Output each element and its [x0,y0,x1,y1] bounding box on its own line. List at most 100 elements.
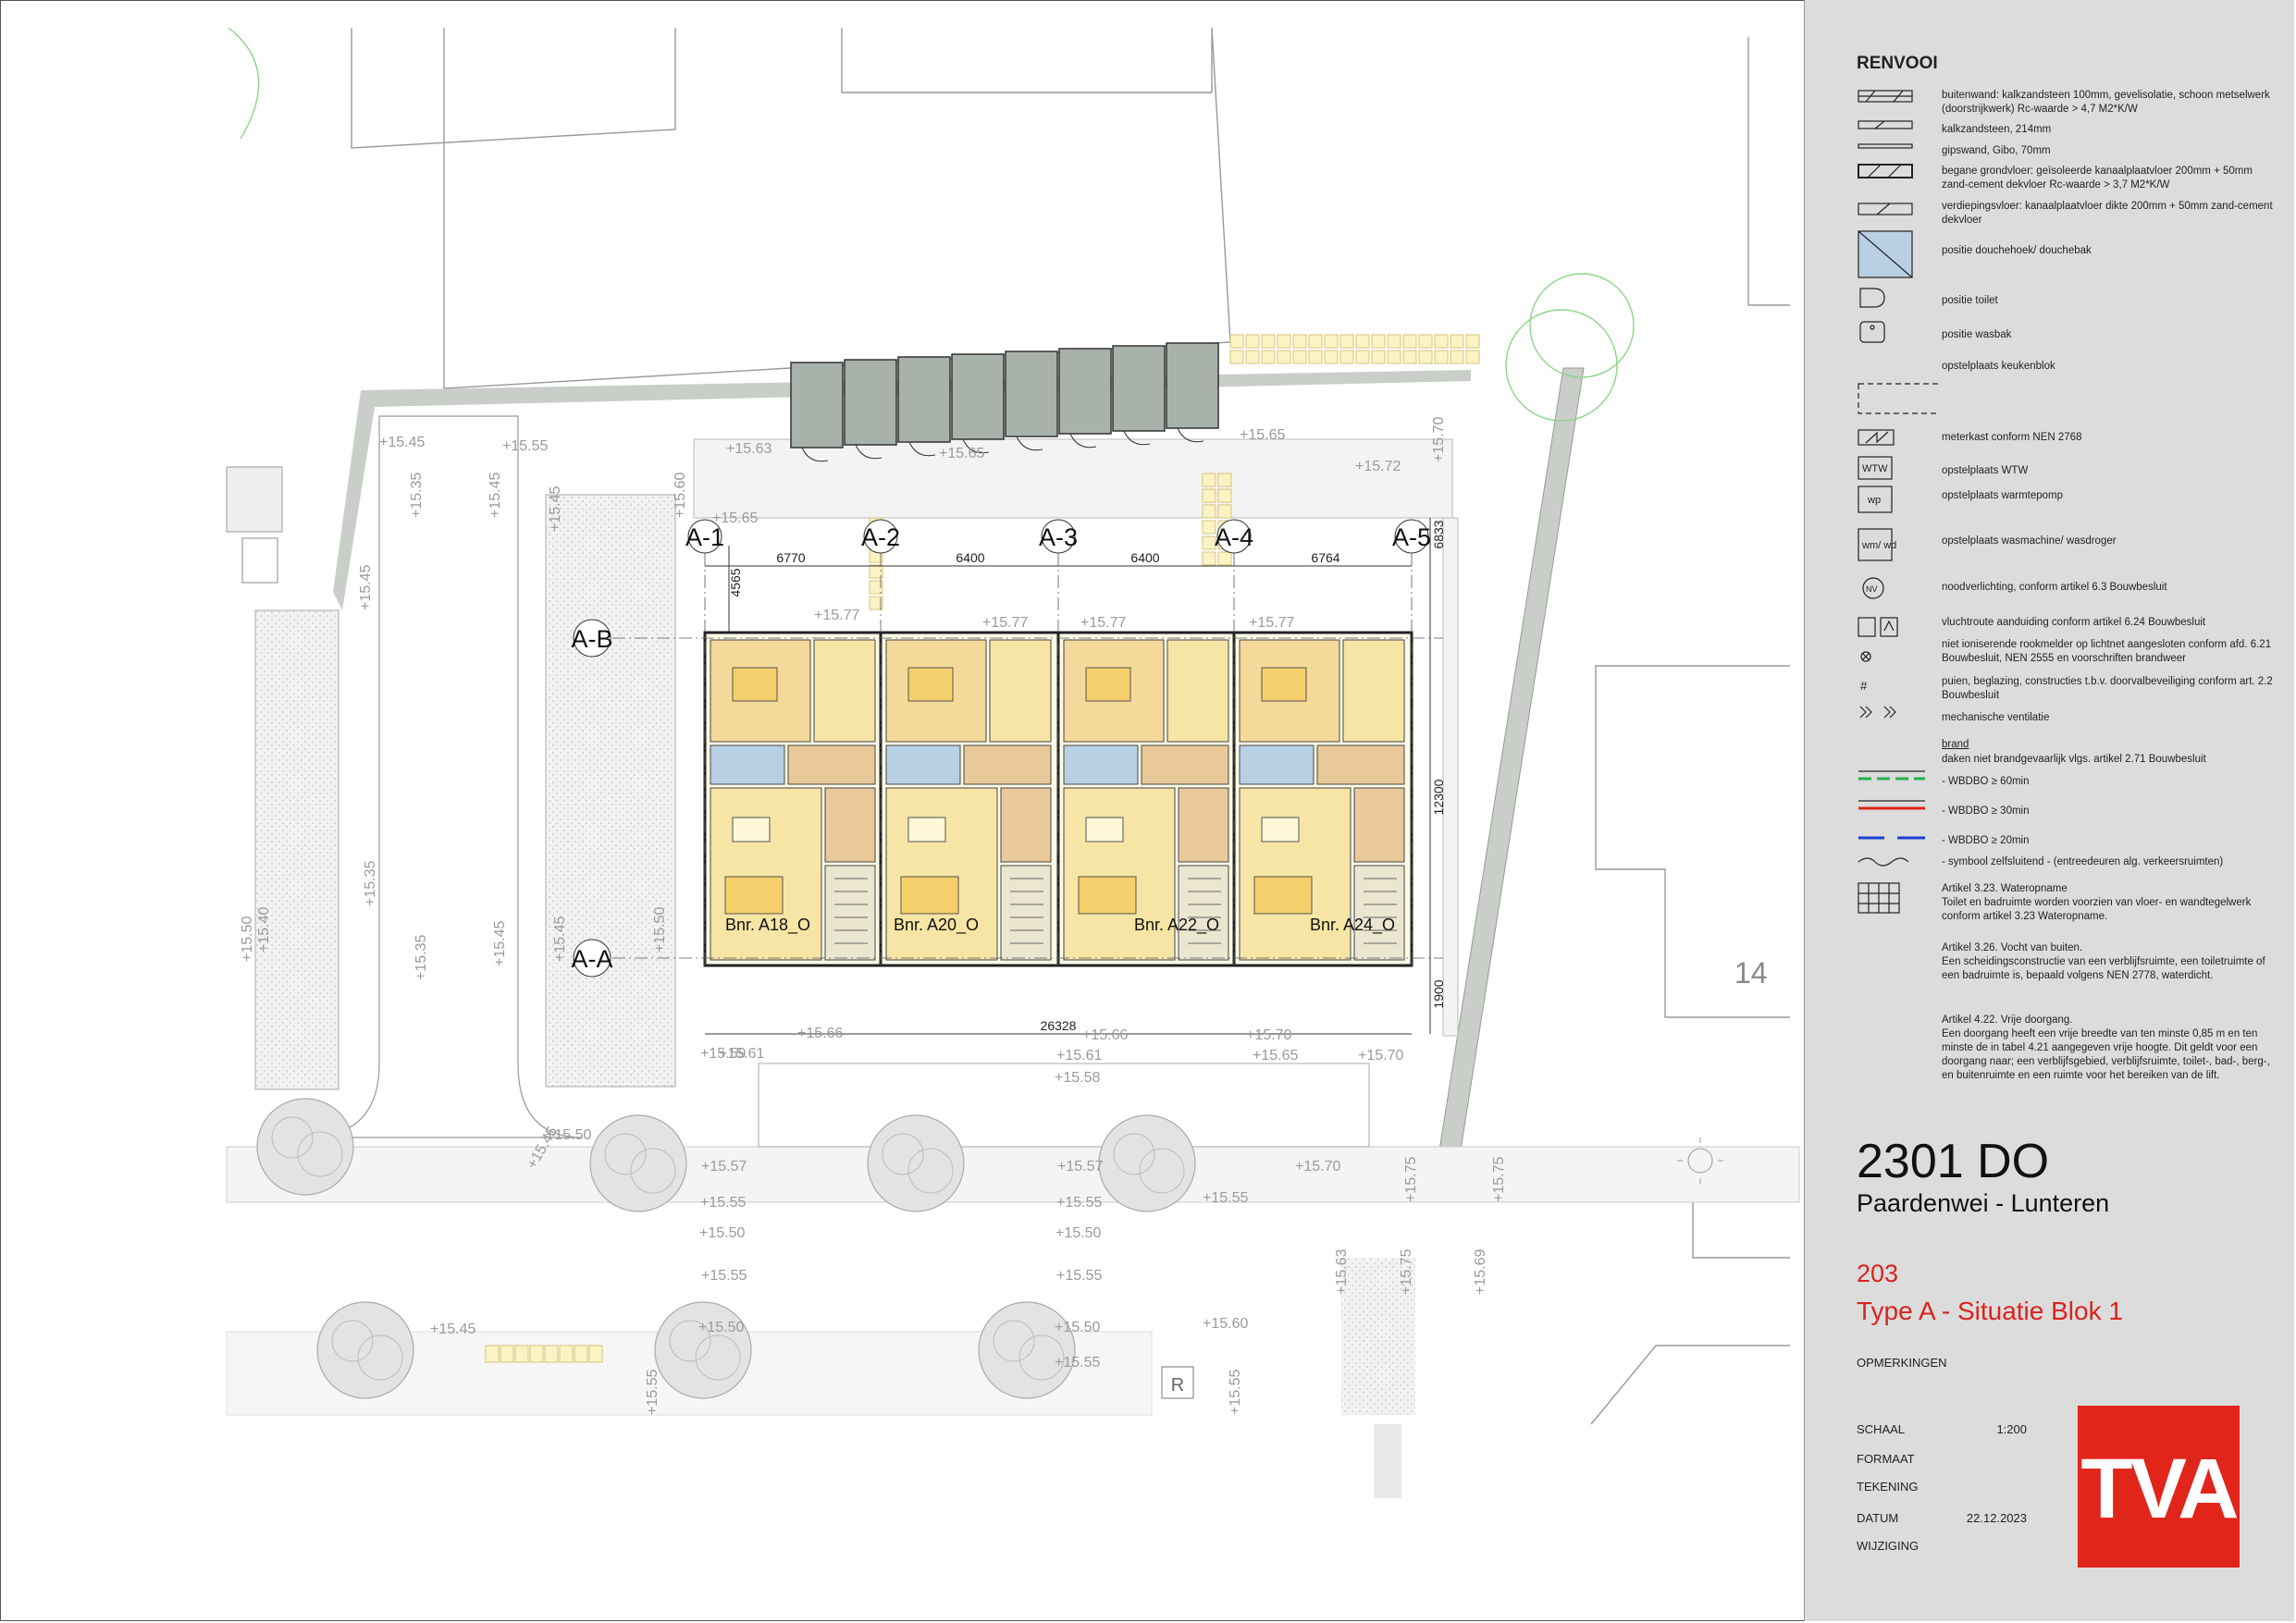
level-label: +15.77 [814,608,859,623]
entrance-hall [824,787,876,863]
bike-stall [1202,473,1216,487]
floor-slab-icon [1858,203,1913,215]
remarks-label: OPMERKINGEN [1857,1356,1947,1370]
sofa [724,876,784,915]
legend-wbdbo-60: - WBDBO ≥ 60min [1942,776,2030,787]
bed [732,667,778,702]
bike-stall [1450,334,1464,349]
solar-panel [1112,345,1166,432]
bike-stall [485,1345,500,1363]
drawing-title: Type A - Situatie Blok 1 [1857,1297,2123,1325]
level-label: +15.55 [700,1195,746,1211]
level-label: +15.55 [502,438,548,454]
house-number: 14 [1734,956,1768,990]
wbdbo-30-icon [1858,800,1925,810]
sofa [1253,876,1313,915]
level-label: +15.77 [1080,615,1126,631]
legend-text-glazing: puien, beglazing, constructies t.b.v. do… [1942,676,2273,701]
level-label: +15.50 [698,1320,744,1335]
solar-panel [844,359,897,446]
project-name: Paardenwei - Lunteren [1857,1189,2110,1217]
stairwell [1178,865,1229,961]
legend-text-gypsum: gipswand, Gibo, 70mm [1942,145,2051,156]
solar-panel [1058,348,1112,435]
dining-table [1261,817,1300,842]
level-label: +15.77 [982,615,1028,631]
level-label: +15.50 [652,907,668,953]
note-vocht: Artikel 3.26. Vocht van buiten. Een sche… [1942,942,2265,981]
legend-text-emergency-light: noodverlichting, conform artikel 6.3 Bou… [1942,582,2167,593]
grid-axis-label: A-1 [685,523,724,551]
bike-stall [1450,350,1464,364]
legend-text-escape-route: vluchtroute aanduiding conform artikel 6… [1942,617,2206,628]
solar-panel [951,353,1005,440]
stairwell [1000,865,1052,961]
sofa [1078,876,1137,915]
meta-label-scale: SCHAAL [1857,1422,1906,1436]
level-label: +15.60 [673,473,688,518]
level-label: +15.50 [1055,1320,1100,1335]
dim-right-top: 6833 [1431,520,1446,548]
solar-panel [897,356,951,443]
tree-icon [978,1301,1076,1399]
level-label: +15.70 [1431,417,1447,462]
level-label: +15.45 [379,435,425,450]
level-label: +15.55 [1055,1355,1100,1371]
bike-stall [1292,350,1307,364]
living-room [885,787,998,961]
level-label: +15.70 [1246,1027,1291,1043]
bike-stall [1217,504,1232,519]
grid-axis-label: A-4 [1215,523,1253,551]
level-label: +15.35 [414,935,429,980]
legend-symbols: WTW wp wm/ wd NV # [1858,90,1940,914]
bike-stall [1402,334,1417,349]
bike-stall [1217,488,1232,503]
note-wateropname: Artikel 3.23. Wateropname Toilet en badr… [1942,883,2252,922]
wm-symbol-text: wm/ wd [1861,540,1896,551]
hallway [963,744,1052,785]
dining-table [1085,817,1124,842]
meta-label-format: FORMAAT [1857,1452,1915,1466]
legend-text-shower: positie douchehoek/ douchebak [1942,245,2092,256]
ventilation-icon [1859,706,1896,719]
legend-text-exterior-wall: buitenwand: kalkzandsteen 100mm, gevelis… [1942,90,2270,115]
nv-symbol-text: NV [1866,584,1878,594]
drawing-number: 203 [1857,1260,1899,1287]
bike-stall [574,1345,588,1363]
legend-self-closing: - symbool zelfsluitend - (entreedeuren a… [1942,856,2224,867]
level-label: +15.75 [1403,1157,1419,1202]
bike-stall [1465,334,1480,349]
level-label: +15.61 [1056,1048,1102,1064]
grid-axis-label: A-2 [861,523,900,551]
level-label: +15.63 [1334,1249,1350,1295]
dim-top-3: 6400 [1130,550,1159,565]
unit-label: Bnr. A24_O [1310,916,1395,935]
bike-stall [1355,350,1370,364]
bike-stall [1277,350,1291,364]
title-block-sidebar: RENVOOI WTW wp wm/ wd NV # buitenwand: k… [1804,0,2294,1621]
bike-stall [1387,350,1401,364]
kitchen-icon [1858,383,1940,414]
bathroom [885,744,961,785]
legend-text-limestone: kalkzandsteen, 214mm [1942,124,2052,135]
level-label: +15.55 [701,1268,747,1284]
self-closing-icon [1858,857,1909,867]
level-label: +15.55 [1056,1195,1102,1211]
bed [1085,667,1131,702]
level-label: +15.45 [552,916,568,962]
bike-stall [1308,350,1323,364]
hallway [787,744,876,785]
legend-text-floor: verdiepingsvloer: kanaalplaatvloer dikte… [1942,201,2273,226]
unit-label: Bnr. A20_O [894,916,979,935]
bike-stall [1292,334,1307,349]
dim-right-bottom: 1900 [1431,979,1446,1008]
level-label: +15.75 [1399,1249,1414,1295]
grid-axis-label: A-5 [1392,523,1431,551]
washbasin-icon [1859,321,1885,343]
exterior-wall-icon [1858,90,1913,103]
legend-text-kitchen: opstelplaats keukenblok [1942,361,2055,372]
bike-stall [1434,334,1449,349]
bedroom-2 [1342,639,1405,743]
bedroom-2 [1167,639,1229,743]
site-plan-drawing: Bnr. A18_O Bnr. A20_O Bnr. A22_O Bnr. A24_O… [226,27,1800,1498]
